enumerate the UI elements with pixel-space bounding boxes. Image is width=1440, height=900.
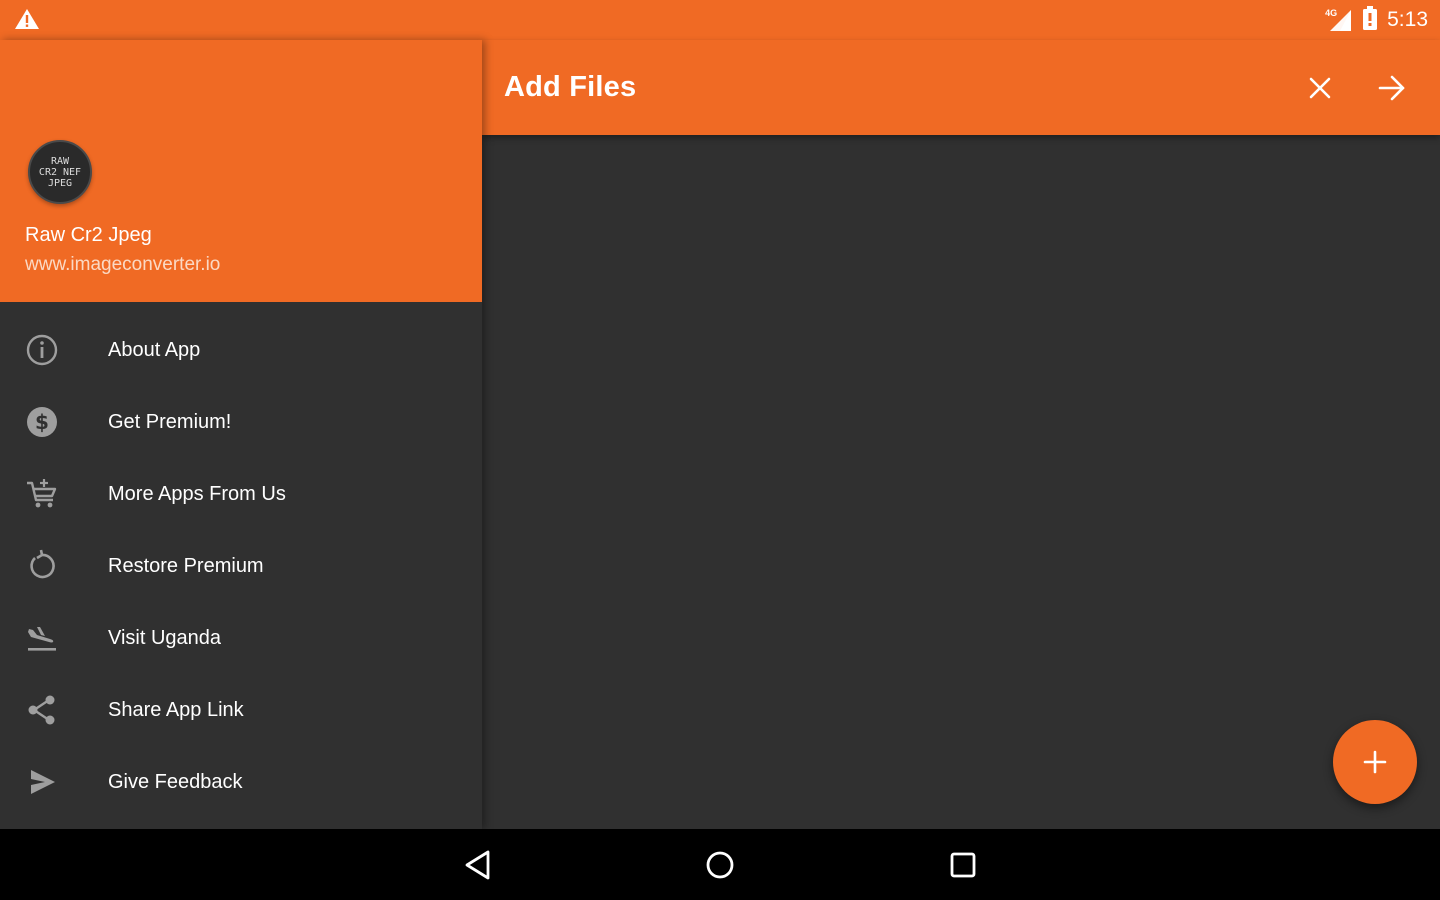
cart-icon <box>22 474 62 514</box>
share-icon <box>22 690 62 730</box>
avatar-text-line: CR2 NEF <box>38 166 82 178</box>
menu-item-more-apps[interactable]: More Apps From Us <box>0 458 482 530</box>
menu-item-label: Visit Uganda <box>108 626 222 649</box>
close-icon <box>1309 77 1331 99</box>
drawer-app-url: www.imageconverter.io <box>25 254 221 275</box>
recents-icon <box>950 852 976 878</box>
main-content: Add Files <box>482 40 1440 829</box>
signal-icon: 4G <box>1325 8 1353 32</box>
drawer-header: RAW CR2 NEF JPEG Raw Cr2 Jpeg www.imagec… <box>0 40 482 302</box>
dollar-icon: $ <box>22 402 62 442</box>
recents-button[interactable] <box>941 843 985 887</box>
close-button[interactable] <box>1298 66 1342 110</box>
home-button[interactable] <box>698 843 742 887</box>
status-icons: 4G 5:13 <box>1325 5 1428 35</box>
back-icon <box>465 850 490 880</box>
home-icon <box>706 851 734 879</box>
info-icon <box>22 330 62 370</box>
menu-item-get-premium[interactable]: $ Get Premium! <box>0 386 482 458</box>
drawer-menu: About App $ Get Premium! More Apps From … <box>0 314 482 818</box>
navigation-drawer: RAW CR2 NEF JPEG Raw Cr2 Jpeg www.imagec… <box>0 40 482 829</box>
battery-icon <box>1363 5 1378 35</box>
menu-item-label: Restore Premium <box>108 554 264 577</box>
page-title: Add Files <box>504 71 637 103</box>
add-file-button[interactable] <box>1333 720 1417 804</box>
back-button[interactable] <box>456 843 500 887</box>
drawer-app-name: Raw Cr2 Jpeg <box>25 224 152 246</box>
app-bar: Add Files <box>482 40 1440 135</box>
next-button[interactable] <box>1370 66 1414 110</box>
menu-item-visit-uganda[interactable]: Visit Uganda <box>0 602 482 674</box>
menu-item-label: Share App Link <box>108 698 244 721</box>
app-logo-avatar: RAW CR2 NEF JPEG <box>28 140 92 204</box>
avatar-text-line: JPEG <box>47 177 73 189</box>
status-bar: 4G 5:13 <box>0 0 1440 40</box>
menu-item-label: More Apps From Us <box>108 482 286 505</box>
restore-icon <box>22 546 62 586</box>
status-time: 5:13 <box>1387 8 1428 31</box>
menu-item-give-feedback[interactable]: Give Feedback <box>0 746 482 818</box>
menu-item-share-app[interactable]: Share App Link <box>0 674 482 746</box>
warning-icon <box>14 8 40 35</box>
menu-item-label: Get Premium! <box>108 410 232 433</box>
menu-item-restore-premium[interactable]: Restore Premium <box>0 530 482 602</box>
plane-icon <box>22 618 62 658</box>
menu-item-label: Give Feedback <box>108 770 243 793</box>
arrow-forward-icon <box>1378 75 1405 101</box>
send-icon <box>22 762 62 802</box>
avatar-text-line: RAW <box>50 155 70 167</box>
menu-item-label: About App <box>108 338 201 361</box>
svg-text:$: $ <box>35 410 49 434</box>
menu-item-about-app[interactable]: About App <box>0 314 482 386</box>
system-nav-bar <box>0 829 1440 900</box>
add-icon <box>1363 750 1387 774</box>
